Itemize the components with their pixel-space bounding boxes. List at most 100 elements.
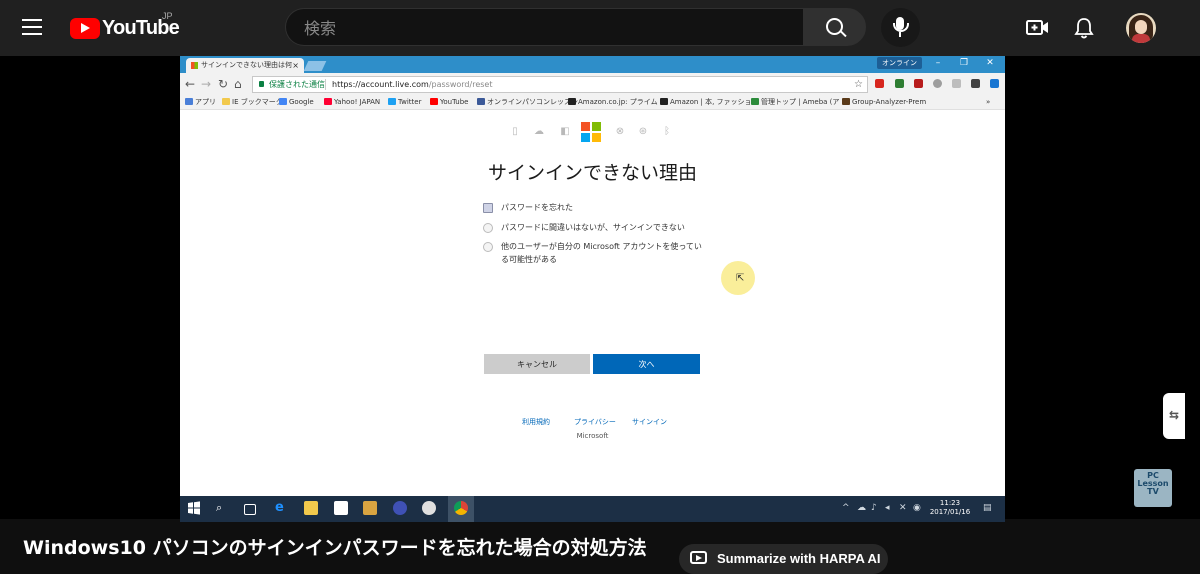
extension-icon[interactable] xyxy=(914,79,923,88)
edge-icon[interactable]: e xyxy=(275,501,289,515)
bookmark-item[interactable]: YouTube xyxy=(430,96,468,108)
cancel-button[interactable]: キャンセル xyxy=(484,354,590,374)
minimize-icon[interactable]: – xyxy=(925,56,951,73)
tab-title: サインインできない理由は何 xyxy=(201,61,292,69)
summarize-label: Summarize with HARPA AI xyxy=(717,551,881,566)
bookmark-item[interactable]: アプリ xyxy=(185,96,216,108)
microsoft-favicon-icon xyxy=(191,62,198,69)
bookmarks-more-icon[interactable]: » xyxy=(986,96,990,108)
bookmark-item[interactable]: オンラインパソコンレッスン xyxy=(477,96,578,108)
video-summary-icon xyxy=(690,551,707,564)
radio-icon[interactable] xyxy=(483,242,493,252)
microsoft-products-bar: ▯ ☁ ◧ ⊗ ⊛ ᛒ xyxy=(510,122,680,142)
channel-watermark[interactable]: PC Lesson TV xyxy=(1134,469,1172,507)
radio-checked-icon[interactable] xyxy=(483,203,493,213)
video-frame: サインインできない理由は何 × オンライン – ❐ ✕ ← → ↻ ⌂ 保護され… xyxy=(180,56,1005,522)
secure-label: 保護された通信 xyxy=(269,80,325,89)
taskbar-active-app[interactable] xyxy=(448,496,474,522)
url-text: https://account.live.com/password/reset xyxy=(332,80,493,89)
bookmarks-bar: アプリ IE ブックマーク Google Yahoo! JAPAN Twitte… xyxy=(180,95,1005,110)
network-icon[interactable]: ☁ xyxy=(857,503,866,513)
task-view-icon[interactable] xyxy=(244,504,256,515)
notifications-icon[interactable] xyxy=(1073,16,1095,40)
bing-icon: ᛒ xyxy=(664,126,670,137)
search-icon xyxy=(826,18,843,35)
chrome-icon xyxy=(454,501,468,515)
bookmark-item[interactable]: 管理トップ | Ameba (ア xyxy=(751,96,839,108)
new-tab-button[interactable] xyxy=(303,61,327,71)
download-extension-icon[interactable] xyxy=(990,79,999,88)
extension-icon[interactable] xyxy=(895,79,904,88)
video-player[interactable]: サインインできない理由は何 × オンライン – ❐ ✕ ← → ↻ ⌂ 保護され… xyxy=(0,56,1200,522)
logo-region: JP xyxy=(162,11,173,21)
forward-icon[interactable]: → xyxy=(201,77,211,91)
taskbar-clock[interactable]: 11:23 2017/01/16 xyxy=(925,499,975,517)
youtube-play-icon xyxy=(70,17,100,39)
extension-icon[interactable] xyxy=(971,79,980,88)
page-content: ▯ ☁ ◧ ⊗ ⊛ ᛒ サインインできない理由 パスワードを忘れた パスワードに… xyxy=(180,110,1005,496)
bookmark-item[interactable]: IE ブックマーク xyxy=(222,96,283,108)
microsoft-logo-icon xyxy=(581,122,601,142)
app-icon[interactable] xyxy=(363,501,377,515)
tray-expand-icon[interactable]: ^ xyxy=(842,503,850,513)
search-box xyxy=(285,8,803,46)
close-window-icon[interactable]: ✕ xyxy=(977,56,1003,73)
windows-taskbar: ⌕ e ^ ☁ ♪ ◂ ✕ ◉ 11:23 2017/01/16 ▤ xyxy=(180,496,1005,522)
bookmark-item[interactable]: Yahoo! JAPAN xyxy=(324,96,380,108)
tab-close-icon[interactable]: × xyxy=(292,58,299,73)
bookmark-item[interactable]: Amazon | 本, ファッショ xyxy=(660,96,752,108)
outlook-icon: ◧ xyxy=(560,126,570,137)
search-input[interactable] xyxy=(302,18,786,39)
page-title: サインインできない理由 xyxy=(487,162,697,184)
clock-date: 2017/01/16 xyxy=(929,508,971,516)
harpa-handle-icon: ⇆ xyxy=(1169,408,1180,422)
back-icon[interactable]: ← xyxy=(185,77,195,91)
extension-icon[interactable] xyxy=(933,79,942,88)
puzzle-extension-icon[interactable] xyxy=(952,79,961,88)
mouse-cursor-icon: ⇱ xyxy=(736,273,745,284)
voice-search-button[interactable] xyxy=(881,8,920,47)
address-bar[interactable]: 保護された通信 https://account.live.com/passwor… xyxy=(252,76,868,93)
maximize-icon[interactable]: ❐ xyxy=(951,56,977,73)
next-button[interactable]: 次へ xyxy=(593,354,700,374)
privacy-link[interactable]: プライバシー xyxy=(574,417,616,427)
adblock-extension-icon[interactable] xyxy=(875,79,884,88)
action-center-icon[interactable]: ▤ xyxy=(983,503,992,513)
search-icon[interactable]: ⌕ xyxy=(216,501,230,515)
home-icon[interactable]: ⌂ xyxy=(234,77,242,91)
reload-icon[interactable]: ↻ xyxy=(218,77,228,91)
volume-icon[interactable]: ♪ xyxy=(871,503,877,513)
bookmark-item[interactable]: Google xyxy=(279,96,314,108)
footer-brand: Microsoft xyxy=(576,432,609,440)
youtube-logo[interactable]: YouTube JP xyxy=(70,11,180,40)
app-icon[interactable] xyxy=(393,501,407,515)
video-title: Windows10 パソコンのサインインパスワードを忘れた場合の対処方法 xyxy=(23,537,647,559)
bookmark-star-icon[interactable]: ☆ xyxy=(854,77,863,92)
radio-icon[interactable] xyxy=(483,223,493,233)
bookmark-item[interactable]: Twitter xyxy=(388,96,421,108)
search-button[interactable] xyxy=(803,8,866,46)
avatar[interactable] xyxy=(1126,13,1156,43)
onedrive-tray-icon[interactable]: ◉ xyxy=(913,503,921,513)
harpa-side-handle[interactable]: ⇆ xyxy=(1163,393,1185,439)
office-icon: ▯ xyxy=(512,126,518,137)
summarize-harpa-button[interactable]: Summarize with HARPA AI xyxy=(679,544,888,574)
itunes-icon[interactable] xyxy=(422,501,436,515)
speaker-icon[interactable]: ◂ xyxy=(885,503,890,513)
browser-tab[interactable]: サインインできない理由は何 × xyxy=(186,58,304,73)
store-icon[interactable] xyxy=(334,501,348,515)
youtube-header: YouTube JP xyxy=(0,0,1200,56)
file-explorer-icon[interactable] xyxy=(304,501,318,515)
onedrive-icon: ☁ xyxy=(534,126,544,137)
signin-link[interactable]: サインイン xyxy=(632,417,667,427)
menu-icon[interactable] xyxy=(22,17,44,37)
terms-link[interactable]: 利用規約 xyxy=(522,417,550,427)
skype-icon: ⊛ xyxy=(638,126,648,137)
clock-time: 11:23 xyxy=(939,499,961,507)
tray-x-icon[interactable]: ✕ xyxy=(899,503,907,513)
bookmark-item[interactable]: Amazon.co.jp: プライム xyxy=(568,96,658,108)
bookmark-item[interactable]: Group-Analyzer-Prem xyxy=(842,96,926,108)
windows-start-icon[interactable] xyxy=(187,501,201,515)
lock-icon xyxy=(259,81,264,87)
create-video-icon[interactable] xyxy=(1026,17,1050,39)
